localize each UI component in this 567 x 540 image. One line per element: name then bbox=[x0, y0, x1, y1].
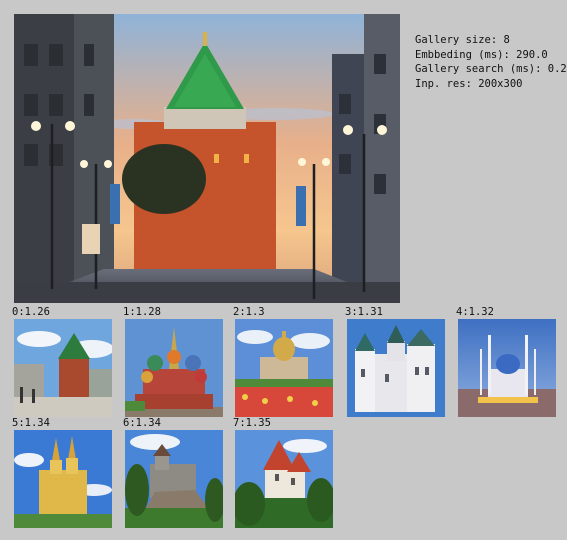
white-castle-thumbnail bbox=[347, 319, 445, 417]
result-label: 4:1.32 bbox=[456, 306, 494, 318]
kremlin-tower-thumbnail bbox=[14, 319, 112, 417]
result-item: 1:1.28 bbox=[123, 306, 223, 419]
result-item: 7:1.35 bbox=[233, 417, 333, 530]
result-label: 7:1.35 bbox=[233, 417, 271, 429]
result-item: 3:1.31 bbox=[345, 306, 445, 419]
result-label: 2:1.3 bbox=[233, 306, 265, 318]
result-item: 4:1.32 bbox=[456, 306, 556, 419]
result-label: 1:1.28 bbox=[123, 306, 161, 318]
embedding-time-text: Embbeding (ms): 290.0 bbox=[415, 48, 548, 61]
result-label: 5:1.34 bbox=[12, 417, 50, 429]
result-label: 3:1.31 bbox=[345, 306, 383, 318]
query-image bbox=[14, 14, 400, 303]
gallery-search-time-text: Gallery search (ms): 0.2 bbox=[415, 63, 567, 75]
result-label: 0:1.26 bbox=[12, 306, 50, 318]
result-item: 6:1.34 bbox=[123, 417, 223, 530]
result-label: 6:1.34 bbox=[123, 417, 161, 429]
result-item: 2:1.3 bbox=[233, 306, 333, 419]
red-roof-castle-thumbnail bbox=[235, 430, 333, 528]
result-item: 5:1.34 bbox=[12, 417, 112, 530]
yellow-cathedral-thumbnail bbox=[14, 430, 112, 528]
gallery-size-text: Gallery size: 8 bbox=[415, 34, 510, 46]
input-resolution-text: Inp. res: 200x300 bbox=[415, 77, 523, 90]
mosque-thumbnail bbox=[458, 319, 556, 417]
isaac-cathedral-thumbnail bbox=[235, 319, 333, 417]
result-item: 0:1.26 bbox=[12, 306, 112, 419]
saint-basils-cathedral-thumbnail bbox=[125, 319, 223, 417]
hill-castle-thumbnail bbox=[125, 430, 223, 528]
stats-panel: Gallery size: 8 Embbeding (ms): 290.0 Gall… bbox=[415, 33, 567, 91]
